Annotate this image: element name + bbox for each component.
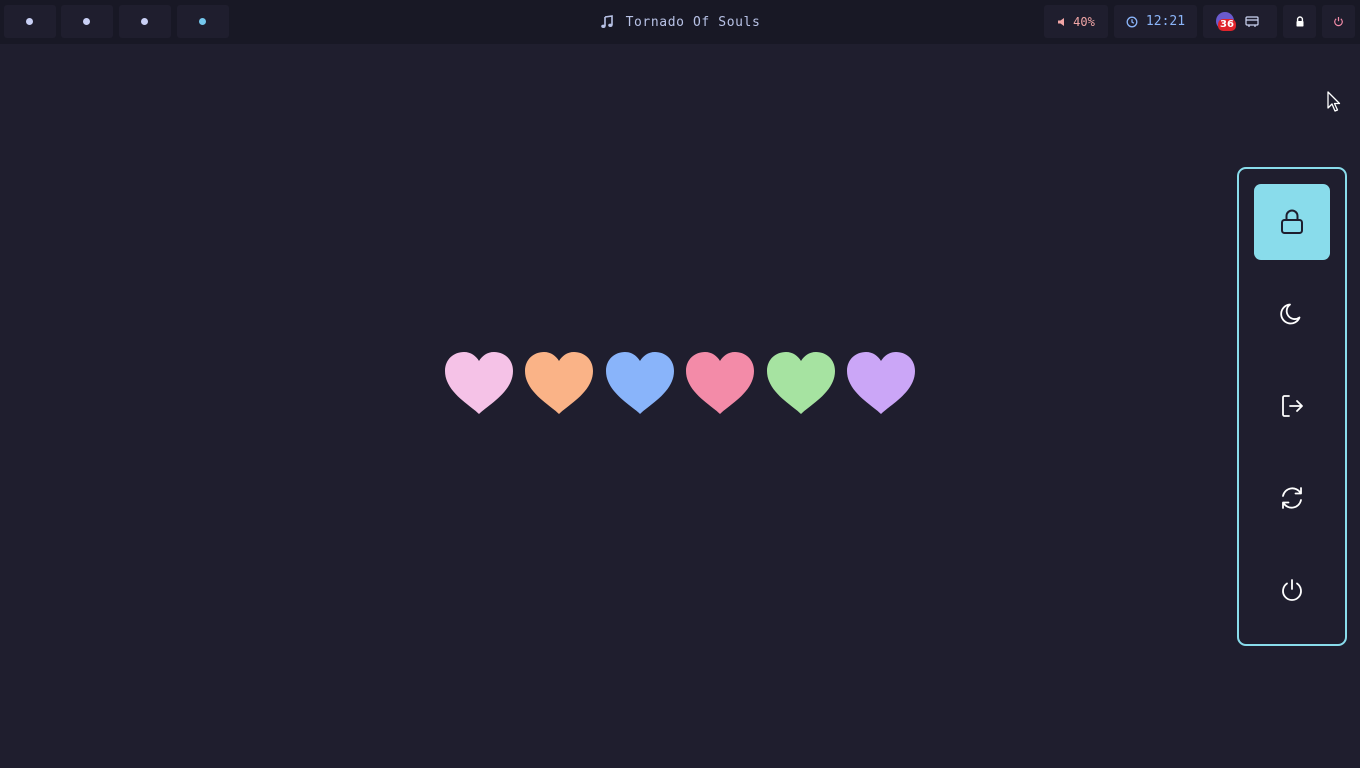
music-note-icon: [600, 15, 613, 28]
power-icon: [1282, 579, 1302, 601]
notification-badge-icon[interactable]: 36: [1214, 11, 1236, 33]
power-button[interactable]: [1322, 5, 1355, 38]
power-menu-reboot-button[interactable]: [1254, 460, 1330, 536]
lock-icon: [1296, 16, 1303, 27]
mouse-cursor-icon: [1327, 91, 1341, 112]
clock-widget[interactable]: 12:21: [1114, 5, 1197, 38]
volume-widget[interactable]: 40%: [1044, 5, 1108, 38]
moon-icon: [1280, 303, 1301, 325]
now-playing-widget[interactable]: Tornado Of Souls: [600, 15, 761, 30]
heart-icon: [445, 352, 513, 414]
speaker-icon: [1058, 17, 1065, 26]
volume-value: 40%: [1073, 14, 1095, 29]
reboot-icon: [1282, 487, 1302, 509]
power-icon: [1334, 17, 1343, 27]
workspace-dot-icon: [141, 17, 148, 25]
heart-icon: [686, 352, 754, 414]
clock-icon: [1126, 16, 1138, 27]
lock-icon: [1281, 209, 1303, 234]
clock-time: 12:21: [1145, 14, 1186, 29]
logout-icon: [1282, 395, 1303, 417]
network-icon[interactable]: [1245, 15, 1259, 28]
workspace-button-4[interactable]: [177, 5, 229, 38]
power-menu-logout-button[interactable]: [1254, 368, 1330, 444]
workspace-dot-icon: [199, 17, 206, 25]
workspace-button-3[interactable]: [119, 5, 171, 38]
hearts-row: [444, 350, 918, 420]
workspace-dot-icon: [83, 17, 90, 25]
notification-count: 36: [1218, 18, 1236, 31]
workspace-button-1[interactable]: [4, 5, 56, 38]
power-menu-shutdown-button[interactable]: [1254, 552, 1330, 628]
heart-icon: [767, 352, 835, 414]
lock-button[interactable]: [1283, 5, 1316, 38]
system-tray: 36: [1203, 5, 1277, 38]
heart-icon: [847, 352, 915, 414]
power-menu-lock-button[interactable]: [1254, 184, 1330, 260]
workspace-button-2[interactable]: [61, 5, 113, 38]
heart-icon: [525, 352, 593, 414]
workspace-dot-icon: [26, 17, 33, 25]
now-playing-title: Tornado Of Souls: [625, 14, 761, 30]
top-bar: Tornado Of Souls 40% 12:21 36: [0, 0, 1360, 44]
power-menu: [1237, 167, 1347, 646]
heart-icon: [606, 352, 674, 414]
power-menu-suspend-button[interactable]: [1254, 276, 1330, 352]
